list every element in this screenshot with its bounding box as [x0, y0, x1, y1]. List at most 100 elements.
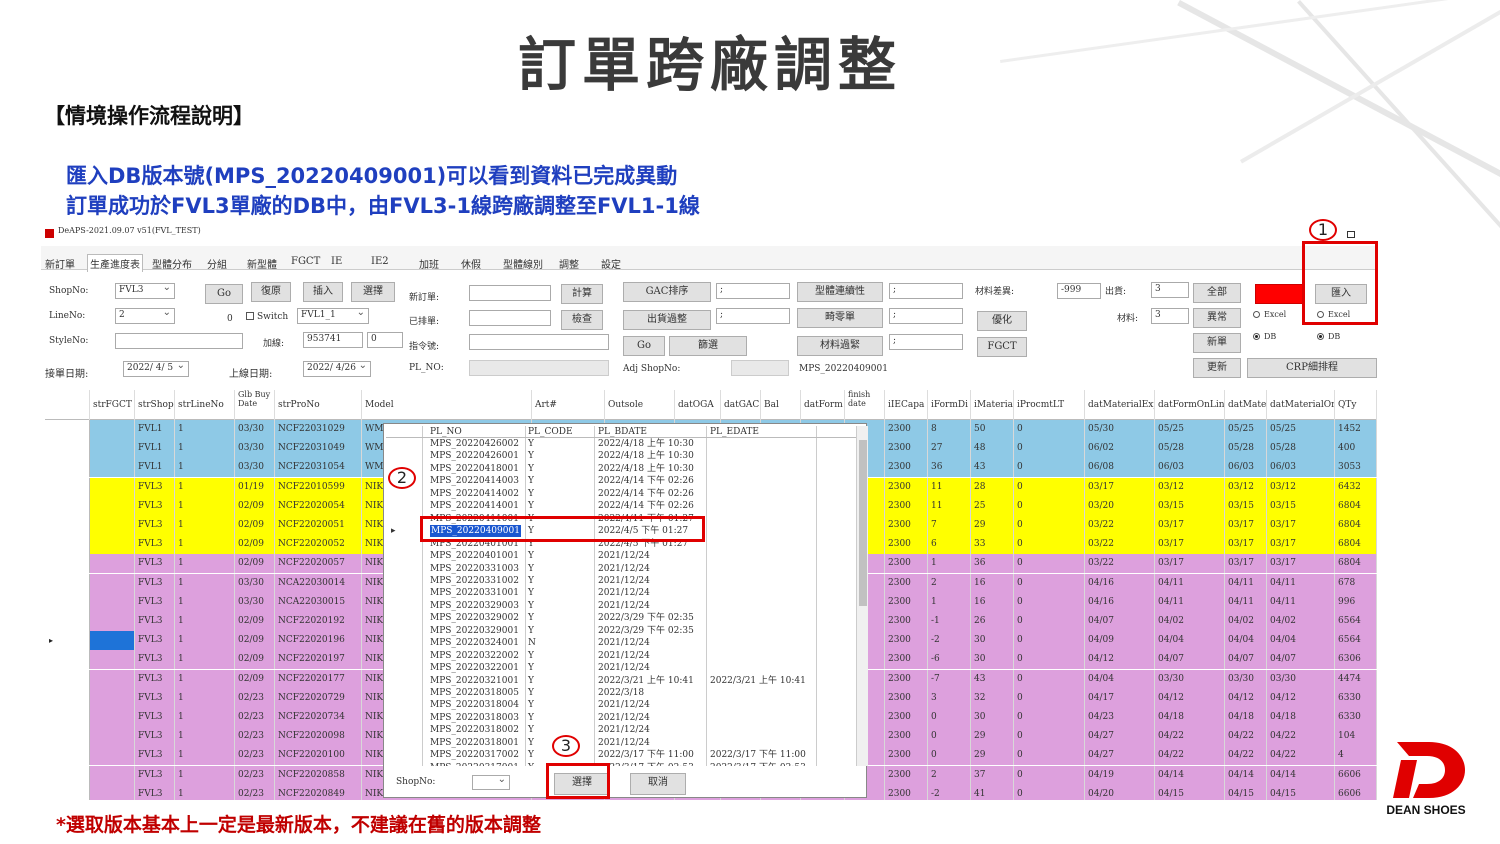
table-cell[interactable]: NCF22020734 — [275, 708, 362, 727]
table-cell[interactable]: 0 — [1014, 458, 1085, 478]
version-row[interactable]: MPS_20220401001 Y 2021/12/24 — [386, 550, 856, 563]
table-cell[interactable]: 04/02 — [1225, 612, 1267, 631]
table-cell[interactable]: NCF22020197 — [275, 650, 362, 670]
table-cell[interactable]: 6564 — [1335, 612, 1377, 631]
column-header[interactable]: strShopI — [135, 390, 175, 420]
table-cell[interactable]: 03/30 — [235, 592, 275, 612]
table-cell[interactable]: 27 — [928, 439, 971, 459]
tab-7[interactable]: IE2 — [371, 256, 389, 267]
table-cell[interactable]: 05/25 — [1155, 420, 1225, 439]
table-cell[interactable]: 0 — [928, 708, 971, 727]
version-row[interactable]: MPS_20220318001 Y 2021/12/24 — [386, 737, 856, 750]
table-cell[interactable]: 02/23 — [235, 746, 275, 766]
version-row[interactable]: MPS_20220331001 Y 2021/12/24 — [386, 587, 856, 600]
table-cell[interactable]: 04/04 — [1155, 631, 1225, 651]
table-cell[interactable]: 04/14 — [1267, 765, 1335, 785]
table-cell[interactable]: 03/30 — [1225, 669, 1267, 689]
table-cell[interactable]: 03/30 — [1155, 669, 1225, 689]
tab-4[interactable]: 新型體 — [247, 256, 277, 271]
table-cell[interactable]: -7 — [928, 669, 971, 689]
table-cell[interactable]: 04/22 — [1267, 727, 1335, 747]
version-row[interactable]: MPS_20220331003 Y 2021/12/24 — [386, 563, 856, 576]
table-cell[interactable]: 36 — [928, 458, 971, 478]
table-cell[interactable]: 03/17 — [1225, 535, 1267, 555]
table-cell[interactable]: 05/30 — [1085, 420, 1155, 439]
table-cell[interactable]: FVL3 — [135, 496, 175, 516]
table-cell[interactable]: 03/17 — [1267, 554, 1335, 574]
version-column-header[interactable]: PL_NO — [430, 427, 462, 437]
table-cell[interactable]: 04/27 — [1085, 727, 1155, 747]
version-row[interactable]: MPS_20220321001 Y 2022/3/21 上午 10:41 2022/3… — [386, 675, 856, 688]
column-header[interactable]: Art# — [532, 390, 605, 420]
column-header[interactable]: datOGA — [675, 390, 721, 420]
table-cell[interactable]: 2300 — [885, 727, 928, 747]
shopno-select[interactable]: FVL3 — [115, 282, 175, 299]
table-cell[interactable]: 1 — [175, 746, 235, 766]
table-cell[interactable]: 0 — [1014, 708, 1085, 727]
styleno-field[interactable] — [115, 333, 243, 349]
row-selector[interactable] — [45, 612, 90, 631]
table-cell[interactable]: 0 — [928, 746, 971, 766]
table-cell[interactable]: 04/07 — [1085, 612, 1155, 631]
row-selector[interactable] — [45, 727, 90, 747]
tab-10[interactable]: 型體線別 — [503, 256, 543, 271]
table-cell[interactable]: 43 — [971, 669, 1014, 689]
table-cell[interactable]: 6330 — [1335, 708, 1377, 727]
table-cell[interactable]: 04/04 — [1085, 669, 1155, 689]
table-cell[interactable]: NCF22020100 — [275, 746, 362, 766]
version-row[interactable]: MPS_20220318004 Y 2021/12/24 — [386, 699, 856, 712]
minimize-icon[interactable] — [1347, 231, 1355, 238]
tab-2[interactable]: 型體分布 — [152, 256, 192, 271]
table-cell[interactable]: FVL3 — [135, 535, 175, 555]
table-cell[interactable]: FVL1 — [135, 420, 175, 439]
table-cell[interactable]: 04/22 — [1267, 746, 1335, 766]
table-cell[interactable]: FVL3 — [135, 650, 175, 670]
table-cell[interactable]: 04/22 — [1225, 727, 1267, 747]
table-cell[interactable]: 05/25 — [1267, 420, 1335, 439]
version-row[interactable]: MPS_20220414003 Y 2022/4/14 下午 02:26 — [386, 475, 856, 488]
table-cell[interactable]: 48 — [971, 439, 1014, 459]
row-selector[interactable] — [45, 458, 90, 478]
instruction-field[interactable] — [469, 334, 609, 350]
row-selector[interactable] — [45, 573, 90, 593]
table-cell[interactable]: 0 — [1014, 746, 1085, 766]
table-cell[interactable]: 04/02 — [1267, 612, 1335, 631]
switch-checkbox[interactable]: Switch — [246, 312, 288, 322]
ship-goods-field[interactable]: 3 — [1151, 282, 1189, 298]
table-cell[interactable]: 2 — [928, 573, 971, 593]
table-cell[interactable]: 25 — [971, 496, 1014, 516]
row-selector[interactable] — [45, 708, 90, 727]
table-cell[interactable]: 28 — [971, 477, 1014, 497]
table-cell[interactable]: 6804 — [1335, 535, 1377, 555]
table-cell[interactable]: 03/30 — [1267, 669, 1335, 689]
version-row[interactable]: MPS_20220414002 Y 2022/4/14 下午 02:26 — [386, 488, 856, 501]
table-cell[interactable]: 8 — [928, 420, 971, 439]
select-button[interactable]: 選擇 — [351, 282, 395, 302]
table-cell[interactable]: 50 — [971, 420, 1014, 439]
table-cell[interactable]: 2300 — [885, 650, 928, 670]
table-cell[interactable]: 04/14 — [1225, 765, 1267, 785]
column-header[interactable]: Model — [362, 390, 532, 420]
table-cell[interactable]: 6330 — [1335, 688, 1377, 708]
column-header[interactable]: iIECapa — [885, 390, 928, 420]
tab-0[interactable]: 新訂單 — [45, 256, 75, 271]
table-cell[interactable]: 04/07 — [1225, 650, 1267, 670]
column-header[interactable]: Bal — [761, 390, 801, 420]
table-cell[interactable]: 1452 — [1335, 420, 1377, 439]
table-cell[interactable]: 1 — [928, 554, 971, 574]
column-header[interactable]: datMaterialOn — [1267, 390, 1335, 420]
table-cell[interactable]: 03/30 — [235, 458, 275, 478]
table-cell[interactable]: 6606 — [1335, 784, 1377, 800]
table-cell[interactable]: 02/23 — [235, 784, 275, 800]
table-cell[interactable]: 1 — [175, 592, 235, 612]
table-cell[interactable]: 02/09 — [235, 631, 275, 651]
tab-9[interactable]: 休假 — [461, 256, 481, 271]
table-cell[interactable]: 2300 — [885, 535, 928, 555]
table-cell[interactable]: 2300 — [885, 592, 928, 612]
table-cell[interactable]: 02/23 — [235, 708, 275, 727]
table-cell[interactable]: 04/11 — [1225, 573, 1267, 593]
table-cell[interactable]: NCF22031054 — [275, 458, 362, 478]
table-cell[interactable]: 06/03 — [1225, 458, 1267, 478]
table-cell[interactable] — [90, 573, 135, 593]
table-cell[interactable]: 04/18 — [1267, 708, 1335, 727]
